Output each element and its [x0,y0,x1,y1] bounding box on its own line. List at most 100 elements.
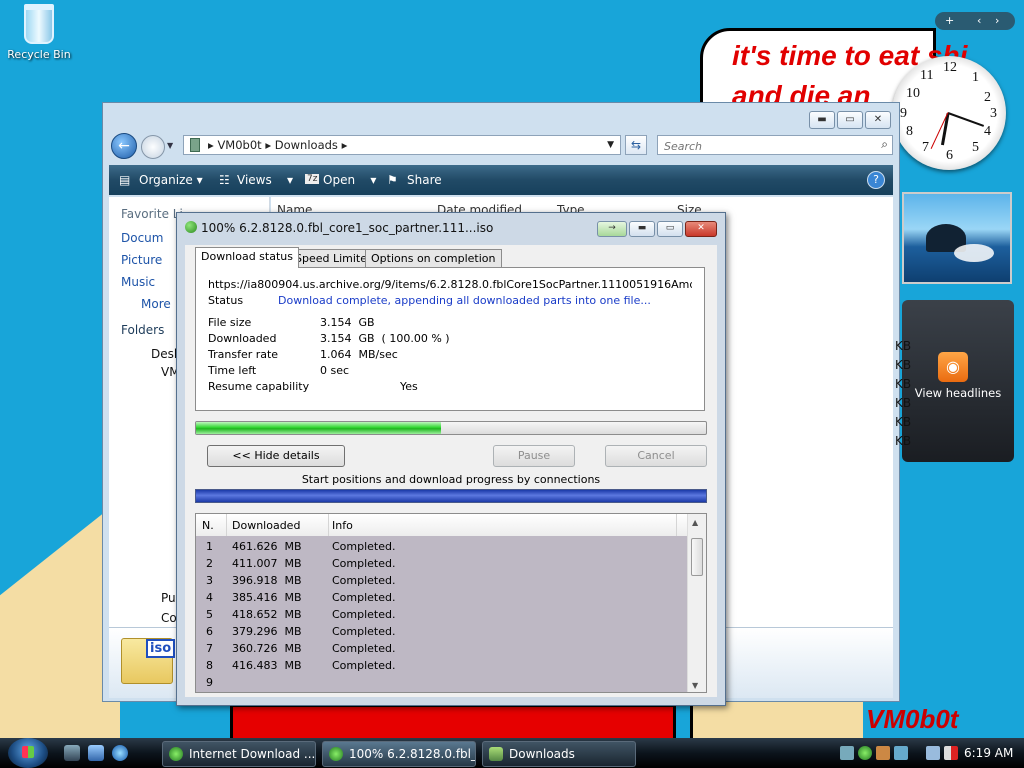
connection-info: Completed. [332,625,396,638]
show-desktop-icon[interactable] [64,745,80,761]
transfer-rate-value: 1.064 MB/sec [320,348,398,361]
address-bar[interactable]: ▸ VM0b0t ▸ Downloads ▸ ▼ [183,135,621,155]
nav-link-pictures[interactable]: Picture [121,253,162,267]
column-info[interactable]: Info [332,519,353,532]
maximize-button[interactable]: ▭ [837,111,863,129]
connection-n: 3 [206,574,213,587]
connection-row[interactable]: 6 379.296 MB Completed. [196,623,688,640]
connection-info: Completed. [332,608,396,621]
file-size: KB [895,358,912,372]
cancel-button[interactable]: Cancel [605,445,707,467]
network-icon[interactable] [926,746,940,760]
connection-downloaded: 411.007 MB [232,557,302,570]
refresh-button[interactable]: ⇆ [625,135,647,155]
internet-explorer-icon[interactable] [112,745,128,761]
nav-link-music[interactable]: Music [121,275,155,289]
connection-row[interactable]: 8 416.483 MB Completed. [196,657,688,674]
recycle-bin-icon[interactable]: Recycle Bin [6,4,72,61]
download-dialog: 100% 6.2.8128.0.fbl_core1_soc_partner.11… [176,212,726,706]
scroll-down-icon[interactable]: ▼ [692,681,698,690]
clock-gadget[interactable]: 12 1 2 3 4 5 6 7 8 9 10 11 [892,56,1006,170]
tree-item-computer[interactable]: Co [161,611,177,625]
taskbar-clock[interactable]: 6:19 AM [964,746,1013,760]
dialog-title: 100% 6.2.8128.0.fbl_core1_soc_partner.11… [185,221,493,235]
task-internet-download-manager[interactable]: Internet Download ... [162,741,316,767]
connection-n: 1 [206,540,213,553]
navigation-bar: ← ▼ ▸ VM0b0t ▸ Downloads ▸ ▼ ⇆ ⌕ [109,133,893,161]
windows-logo-icon [22,746,34,758]
connection-row[interactable]: 3 396.918 MB Completed. [196,572,688,589]
scrollbar-thumb[interactable] [691,538,703,576]
search-box[interactable]: ⌕ [657,135,893,155]
command-bar: ▤ Organize ▾ ☷ Views ▾ 7z Open ▾ ⚑ Share… [109,165,893,195]
connection-row[interactable]: 5 418.652 MB Completed. [196,606,688,623]
recent-pages-icon[interactable]: ▼ [167,141,173,150]
open-button[interactable]: Open ▾ [323,173,376,187]
pause-button[interactable]: Pause [493,445,575,467]
tray-icon[interactable] [894,746,908,760]
search-input[interactable] [662,137,866,155]
connection-row[interactable]: 2 411.007 MB Completed. [196,555,688,572]
back-button[interactable]: ← [111,133,137,159]
dialog-close-button[interactable]: ✕ [685,221,717,237]
address-dropdown-icon[interactable]: ▼ [607,136,614,154]
connection-row[interactable]: 1 461.626 MB Completed. [196,538,688,555]
share-button[interactable]: Share [407,173,442,187]
connections-scrollbar[interactable]: ▲ ▼ [687,514,706,692]
rss-icon: ◉ [938,352,968,382]
tray-icon[interactable] [840,746,854,760]
dialog-body: Download status Speed Limiter Options on… [185,245,717,697]
iso-badge: iso [146,639,176,658]
file-size-value: 3.154 GB [320,316,375,329]
organize-button[interactable]: Organize ▾ [139,173,203,187]
switch-windows-icon[interactable] [88,745,104,761]
tree-item-public[interactable]: Pu [161,591,176,605]
folders-heading[interactable]: Folders [121,323,164,337]
dialog-maximize-button[interactable]: ▭ [657,221,683,237]
sidebar-controls[interactable]: + ‹ › [935,12,1015,30]
views-button[interactable]: Views ▾ [237,173,293,187]
dialog-minimize-button[interactable]: ▬ [629,221,655,237]
connections-list[interactable]: N. Downloaded Info 1 461.626 MB Completed.… [195,513,707,693]
connection-downloaded: 385.416 MB [232,591,302,604]
task-downloads-folder[interactable]: Downloads [482,741,636,767]
nav-link-more[interactable]: More [141,297,171,311]
column-downloaded[interactable]: Downloaded [232,519,300,532]
sidebar-prev-icon[interactable]: ‹ [977,12,981,30]
forward-button[interactable] [141,135,165,159]
tray-icon[interactable] [876,746,890,760]
scroll-up-icon[interactable]: ▲ [692,518,698,527]
tab-options-on-completion[interactable]: Options on completion [365,249,502,267]
downloaded-value: 3.154 GB ( 100.00 % ) [320,332,450,345]
downloaded-label: Downloaded [208,332,277,345]
status-value: Download complete, appending all downloa… [278,294,651,307]
send-to-tray-button[interactable]: → [597,221,627,237]
breadcrumb-downloads[interactable]: Downloads [275,138,338,152]
close-button[interactable]: ✕ [865,111,891,129]
connection-row[interactable]: 7 360.726 MB Completed. [196,640,688,657]
connection-row[interactable]: 9 [196,674,688,691]
slideshow-gadget[interactable] [902,192,1012,284]
help-icon[interactable]: ? [867,171,885,189]
nav-link-documents[interactable]: Docum [121,231,163,245]
feed-headlines-label[interactable]: View headlines [902,386,1014,400]
tab-download-status[interactable]: Download status [195,247,299,268]
start-button[interactable] [8,738,48,768]
breadcrumb-vm0b0t[interactable]: VM0b0t [217,138,261,152]
connection-info: Completed. [332,642,396,655]
column-n[interactable]: N. [202,519,214,532]
volume-muted-icon[interactable] [944,746,958,760]
hide-details-button[interactable]: << Hide details [207,445,345,467]
task-download-dialog[interactable]: 100% 6.2.8128.0.fbl_... [322,741,476,767]
desktop-drawing-red [230,704,676,738]
search-icon[interactable]: ⌕ [881,137,888,152]
sidebar-next-icon[interactable]: › [995,12,999,30]
idm-tray-icon[interactable] [858,746,872,760]
sidebar-add-gadget-button[interactable]: + [945,12,954,30]
minimize-button[interactable]: ▬ [809,111,835,129]
connections-progress-bar [195,489,707,503]
wallpaper-watermark: VM0b0t [866,704,959,734]
connection-row[interactable]: 4 385.416 MB Completed. [196,589,688,606]
feed-headlines-gadget[interactable]: ◉ View headlines [902,300,1014,462]
connection-downloaded: 379.296 MB [232,625,302,638]
